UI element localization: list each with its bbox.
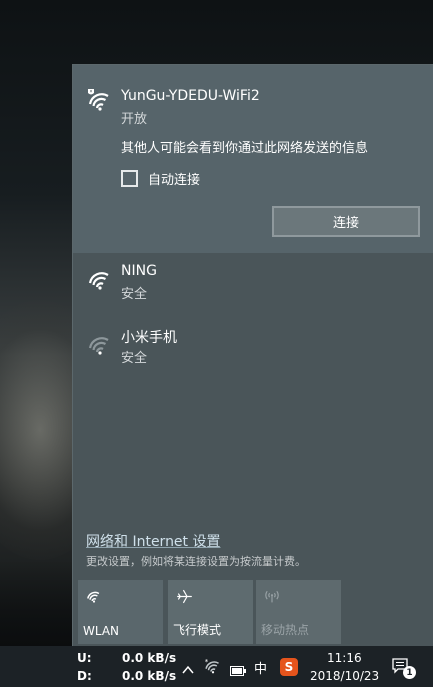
network-item-active[interactable]: YunGu-YDEDU-WiFi2 开放 其他人可能会看到你通过此网络发送的信息… [73, 65, 433, 253]
mobile-hotspot-toggle[interactable]: 移动热点 [256, 580, 341, 644]
airplane-icon [176, 588, 194, 606]
network-settings-description: 更改设置，例如将某连接设置为按流量计费。 [86, 555, 306, 568]
taskbar: U: 0.0 kB/s D: 0.0 kB/s * 中 11:16 2018/1… [0, 646, 433, 687]
network-ssid: YunGu-YDEDU-WiFi2 [121, 88, 260, 104]
open-network-warning: 其他人可能会看到你通过此网络发送的信息 [121, 141, 369, 156]
network-status: 安全 [121, 351, 148, 366]
ime-indicator[interactable]: 中 [254, 658, 267, 677]
wifi-secure-warning-icon [87, 89, 113, 111]
download-speed: 0.0 kB/s [122, 669, 177, 683]
hotspot-icon [264, 588, 282, 606]
wlan-toggle[interactable]: WLAN [78, 580, 163, 644]
notification-count-badge: 1 [403, 666, 416, 679]
connect-button[interactable]: 连接 [272, 206, 420, 237]
auto-connect-label: 自动连接 [148, 173, 201, 188]
network-ssid: 小米手机 [121, 330, 177, 346]
auto-connect-checkbox[interactable]: 自动连接 [121, 169, 200, 188]
network-settings-link[interactable]: 网络和 Internet 设置 [86, 531, 221, 551]
sogou-ime-icon[interactable]: S [280, 658, 298, 676]
checkbox-box[interactable] [121, 170, 138, 187]
wifi-icon [87, 268, 113, 290]
network-ssid: NING [121, 263, 157, 279]
airplane-mode-label: 飞行模式 [173, 623, 222, 637]
wifi-weak-icon [87, 333, 113, 355]
clock-time[interactable]: 11:16 [327, 651, 362, 665]
mobile-hotspot-label: 移动热点 [261, 623, 310, 637]
upload-label: U: [77, 651, 92, 665]
airplane-mode-toggle[interactable]: 飞行模式 [168, 580, 253, 644]
chevron-up-icon[interactable] [182, 660, 194, 679]
clock-date[interactable]: 2018/10/23 [310, 669, 379, 683]
wifi-icon [86, 588, 104, 606]
network-flyout: YunGu-YDEDU-WiFi2 开放 其他人可能会看到你通过此网络发送的信息… [72, 64, 433, 646]
download-label: D: [77, 669, 92, 683]
svg-text:*: * [205, 658, 209, 666]
battery-icon[interactable] [230, 661, 246, 680]
network-tray-icon[interactable]: * [204, 658, 222, 678]
network-status: 开放 [121, 112, 148, 127]
network-status: 安全 [121, 287, 148, 302]
upload-speed: 0.0 kB/s [122, 651, 177, 665]
wlan-label: WLAN [83, 624, 120, 638]
